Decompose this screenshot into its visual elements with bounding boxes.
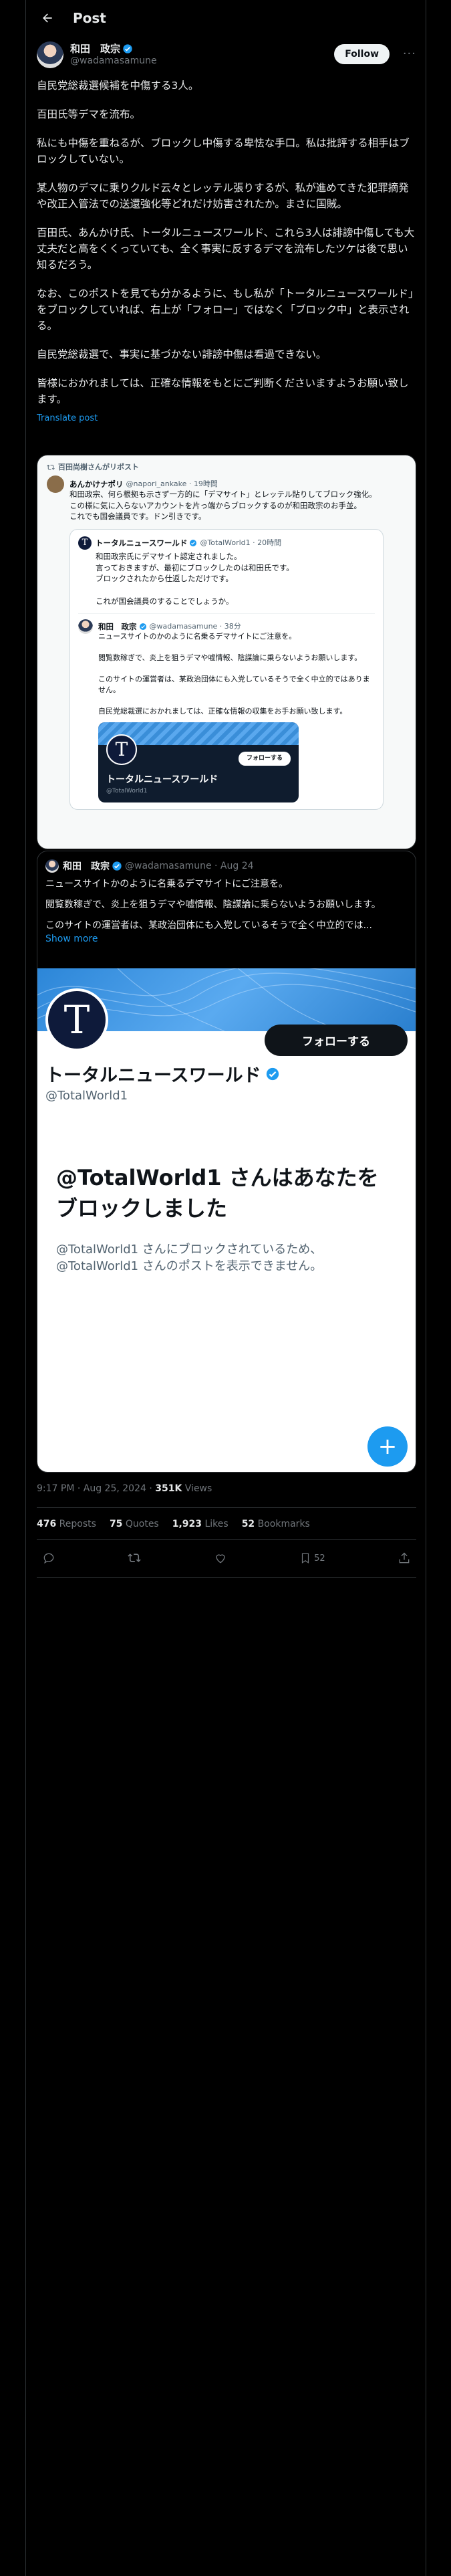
bookmark-icon bbox=[301, 1553, 309, 1564]
quoted-post[interactable]: 和田 政宗 @wadamasamune · Aug 24 ニュースサイトかのよう… bbox=[37, 851, 416, 1473]
divider bbox=[37, 1539, 416, 1540]
bookmarks-count: 52 bbox=[241, 1519, 255, 1529]
quotes-stat[interactable]: 75 Quotes bbox=[110, 1519, 159, 1529]
post-paragraph: 百田氏、あんかけ氏、トータルニュースワールド、これら3人は誹謗中傷しても大丈夫だ… bbox=[37, 227, 415, 272]
profile-handle: @TotalWorld1 bbox=[106, 787, 148, 794]
post-paragraph: このサイトの運営者は、某政治団体にも入党しているそうで全く中立的では... bbox=[45, 920, 372, 932]
post-paragraph: なお、このポストを見ても分かるように、もし私が「トータルニュースワールド」をブロ… bbox=[37, 288, 414, 332]
profile-handle: @TotalWorld1 bbox=[45, 1089, 128, 1103]
post-text: 和田政宗、何ら根拠も示さず一方的に「デマサイト」とレッテル貼りしてブロック強化。… bbox=[69, 489, 377, 522]
engagement-stats: 476 Reposts 75 Quotes 1,923 Likes 52 Boo… bbox=[37, 1519, 310, 1529]
arrow-left-icon bbox=[43, 13, 52, 23]
author-handle: @TotalWorld1 · 20時間 bbox=[200, 538, 282, 547]
share-button[interactable] bbox=[398, 1551, 411, 1565]
main-post: 和田 政宗 @wadamasamune Follow ··· 自民党総裁選候補を… bbox=[37, 40, 416, 423]
repost-by: 百田尚樹さんがリポスト bbox=[58, 463, 139, 471]
page-title: Post bbox=[73, 9, 106, 26]
verified-badge-icon bbox=[266, 1067, 279, 1080]
bookmark-button[interactable]: 52 bbox=[299, 1551, 325, 1565]
translate-link[interactable]: Translate post bbox=[37, 413, 416, 423]
avatar: T bbox=[78, 536, 92, 550]
post-paragraph: 某人物のデマに乗りクルド云々とレッテル張りするが、私が進めてきた犯罪摘発や改正入… bbox=[37, 182, 409, 211]
post-text: 自民党総裁選候補を中傷する3人。 百田氏等デマを流布。 私にも中傷を重ねるが、ブ… bbox=[37, 78, 416, 407]
post-paragraph: 皆様におかれましては、正確な情報をもとにご判断くださいますようお願い致します。 bbox=[37, 377, 409, 406]
bookmark-count: 52 bbox=[314, 1553, 325, 1564]
author-name[interactable]: 和田 政宗 bbox=[70, 43, 120, 56]
more-options-icon[interactable]: ··· bbox=[403, 47, 416, 61]
author-handle[interactable]: @wadamasamune bbox=[70, 56, 157, 68]
verified-badge-icon bbox=[112, 861, 122, 871]
main-column: Post 和田 政宗 @wadamasamune Follow ··· 自民党総… bbox=[25, 0, 426, 2576]
avatar bbox=[78, 619, 93, 635]
avatar[interactable] bbox=[37, 41, 63, 68]
likes-count: 1,923 bbox=[172, 1519, 202, 1529]
compose-plus-icon: + bbox=[367, 1426, 408, 1467]
show-more-link[interactable]: Show more bbox=[37, 934, 416, 944]
share-icon bbox=[399, 1552, 410, 1564]
like-button[interactable] bbox=[214, 1551, 227, 1565]
post-paragraph: 自民党総裁選で、事実に基づかない誹謗中傷は看過できない。 bbox=[37, 348, 327, 361]
likes-stat[interactable]: 1,923 Likes bbox=[172, 1519, 229, 1529]
divider bbox=[37, 1507, 416, 1508]
post-paragraph: 自民党総裁選候補を中傷する3人。 bbox=[37, 80, 199, 92]
author-name: 和田 政宗 bbox=[63, 861, 110, 872]
post-timestamp: 9:17 PM · Aug 25, 2024 · 351K Views bbox=[37, 1483, 212, 1494]
post-text: ニュースサイトかのように名乗るデマサイトにご注意を。 閲覧数稼ぎで、炎上を狙うデ… bbox=[37, 873, 416, 934]
blocked-subtitle: @TotalWorld1 さんにブロックされているため、@TotalWorld1… bbox=[56, 1243, 323, 1274]
repost-button[interactable] bbox=[128, 1551, 142, 1565]
quotes-label: Quotes bbox=[122, 1519, 159, 1529]
post-text: 和田政宗氏にデマサイト認定されました。 言っておきますが、最初にブロックしたのは… bbox=[96, 551, 294, 606]
profile-logo: T bbox=[45, 988, 108, 1051]
reposts-count: 476 bbox=[37, 1519, 57, 1529]
verified-badge-icon bbox=[190, 539, 197, 546]
post-paragraph: 百田氏等デマを流布。 bbox=[37, 108, 141, 121]
reposts-stat[interactable]: 476 Reposts bbox=[37, 1519, 96, 1529]
repost-icon bbox=[47, 464, 55, 470]
post-text: ニュースサイトのかのように名乗るデマサイトにご注意を。 閲覧数稼ぎで、炎上を狙う… bbox=[98, 632, 370, 716]
reposts-label: Reposts bbox=[56, 1519, 96, 1529]
post-paragraph: ニュースサイトかのように名乗るデマサイトにご注意を。 bbox=[45, 879, 289, 889]
bookmarks-label: Bookmarks bbox=[255, 1519, 310, 1529]
verified-badge-icon bbox=[123, 44, 132, 53]
author-handle: @wadamasamune · 38分 bbox=[149, 622, 241, 631]
blocked-profile-image: T フォローする トータルニュースワールド @TotalWorld1 @Tota… bbox=[37, 968, 416, 1472]
follow-button: フォローする bbox=[265, 1025, 408, 1056]
profile-name: トータルニュースワールド bbox=[106, 774, 218, 785]
likes-label: Likes bbox=[202, 1519, 229, 1529]
views-count: 351K bbox=[155, 1483, 182, 1494]
post-author: 和田 政宗 @wadamasamune Follow ··· bbox=[37, 40, 416, 70]
views-label: Views bbox=[182, 1483, 212, 1494]
author-handle: @napori_ankake · 19時間 bbox=[126, 479, 218, 488]
profile-card: T フォローする トータルニュースワールド @TotalWorld1 bbox=[98, 722, 299, 802]
reply-icon bbox=[43, 1553, 54, 1564]
quoted-post: T トータルニュースワールド @TotalWorld1 · 20時間 和田政宗氏… bbox=[69, 528, 384, 810]
follow-button: フォローする bbox=[238, 751, 291, 766]
verified-badge-icon bbox=[139, 623, 146, 631]
follow-button[interactable]: Follow bbox=[334, 44, 390, 64]
divider bbox=[37, 1577, 416, 1578]
quoted-post: 和田 政宗 @wadamasamune · 38分 ニュースサイトのかのように名… bbox=[78, 613, 375, 802]
top-bar: Post bbox=[26, 0, 427, 35]
reply-button[interactable] bbox=[42, 1551, 55, 1565]
heart-icon bbox=[216, 1554, 225, 1564]
avatar bbox=[45, 859, 59, 873]
post-paragraph: 私にも中傷を重ねるが、ブロックし中傷する卑怯な手口。私は批評する相手はブロックし… bbox=[37, 137, 410, 166]
action-bar: 52 bbox=[37, 1545, 416, 1572]
author-name: 和田 政宗 bbox=[98, 621, 137, 631]
back-button[interactable] bbox=[34, 5, 61, 31]
timestamp-text[interactable]: 9:17 PM · Aug 25, 2024 · bbox=[37, 1483, 155, 1494]
repost-icon bbox=[128, 1553, 142, 1562]
author-name: トータルニュースワールド bbox=[96, 538, 188, 548]
author-handle: @wadamasamune · Aug 24 bbox=[125, 861, 254, 871]
post-image-screenshot[interactable]: 百田尚樹さんがリポスト あんかけナポリ @napori_ankake · 19時… bbox=[37, 455, 416, 849]
post-paragraph: 閲覧数稼ぎで、炎上を狙うデマや嘘情報、陰謀論に乗らないようお願いします。 bbox=[45, 899, 381, 911]
profile-name: トータルニュースワールド bbox=[45, 1065, 261, 1086]
author-name: あんかけナポリ bbox=[69, 479, 124, 489]
bookmarks-stat[interactable]: 52 Bookmarks bbox=[242, 1519, 310, 1529]
avatar bbox=[47, 475, 64, 493]
blocked-title: @TotalWorld1 さんはあなたをブロックしました bbox=[56, 1165, 379, 1222]
quotes-count: 75 bbox=[109, 1519, 123, 1529]
profile-logo: T bbox=[106, 734, 137, 765]
